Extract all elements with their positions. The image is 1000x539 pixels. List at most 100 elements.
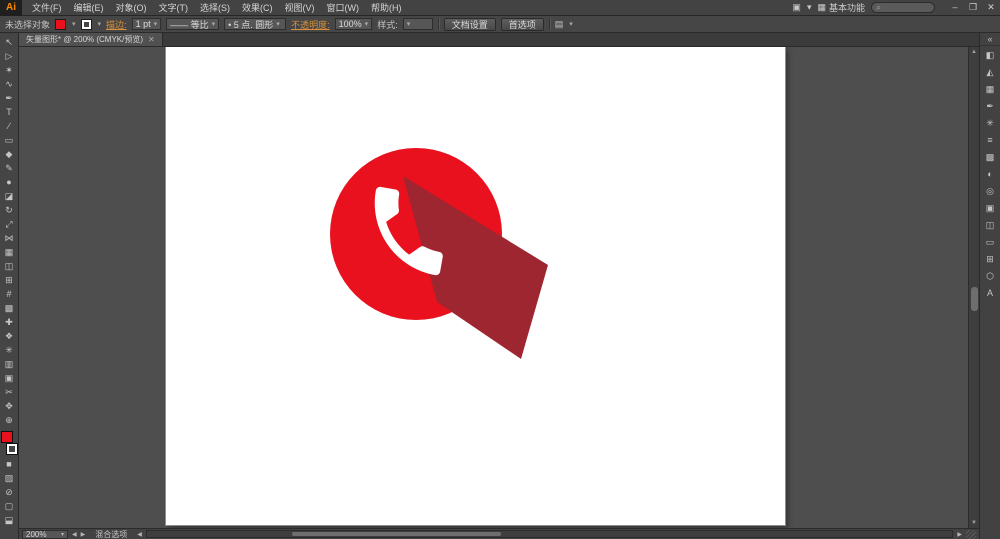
graphic-styles-panel-icon[interactable]: ▣ [982,200,999,216]
scroll-right-icon[interactable]: ▶ [957,531,962,538]
menu-type[interactable]: 文字(T) [153,0,195,15]
brushes-panel-icon[interactable]: ✒ [982,98,999,114]
document-setup-button[interactable]: 文档设置 [444,18,496,31]
transparency-panel-icon[interactable]: ◐ [982,166,999,182]
hand-tool-icon[interactable]: ✥ [1,399,18,413]
restore-button[interactable]: ❐ [967,2,979,13]
tab-close-icon[interactable]: ✕ [148,35,155,44]
scroll-down-icon[interactable]: ▼ [971,518,977,528]
menu-effect[interactable]: 效果(C) [236,0,279,15]
appearance-panel-icon[interactable]: ◎ [982,183,999,199]
arrange-documents-icon[interactable]: ▣ [792,2,801,13]
free-transform-tool-icon[interactable]: ▦ [1,245,18,259]
pen-tool-icon[interactable]: ✒ [1,91,18,105]
opacity-panel-link[interactable]: 不透明度: [291,18,330,31]
eyedropper-tool-icon[interactable]: ✚ [1,315,18,329]
horizontal-scrollbar[interactable] [146,530,954,538]
rotate-tool-icon[interactable]: ↻ [1,203,18,217]
opacity-combo[interactable]: 100% ▾ [335,18,373,30]
zoom-level-combo[interactable]: 200% ▾ [22,530,68,539]
line-segment-tool-icon[interactable]: ∕ [1,119,18,133]
mesh-tool-icon[interactable]: # [1,287,18,301]
width-profile-caret-icon: ▾ [212,20,216,28]
width-profile-combo[interactable]: —— 等比 ▾ [166,18,219,30]
toolbar-fill-swatch[interactable] [1,431,13,443]
vertical-scrollbar[interactable]: ▲ ▼ [968,47,979,528]
menu-object[interactable]: 对象(O) [110,0,153,15]
paintbrush-tool-icon[interactable]: ◆ [1,147,18,161]
fill-stroke-indicator[interactable] [1,431,18,455]
color-panel-icon[interactable]: ◧ [982,47,999,63]
menu-window[interactable]: 窗口(W) [321,0,366,15]
canvas-area: 矢量图形* @ 200% (CMYK/预览) ✕ ▲ ▼ [19,33,979,539]
menubar: 文件(F) 编辑(E) 对象(O) 文字(T) 选择(S) 效果(C) 视图(V… [26,0,408,15]
menu-select[interactable]: 选择(S) [194,0,236,15]
artboard-tool-icon[interactable]: ▣ [1,371,18,385]
stroke-color-swatch[interactable] [81,19,92,30]
horizontal-scrollbar-thumb[interactable] [292,532,501,536]
artboard-prev-icon[interactable]: ◀ [72,531,77,538]
drawing-modes-icon[interactable]: ▢ [1,499,18,513]
pathfinder-panel-icon[interactable]: ⬡ [982,268,999,284]
menu-edit[interactable]: 编辑(E) [68,0,110,15]
stroke-weight-combo[interactable]: 1 pt ▾ [132,18,162,30]
direct-selection-tool-icon[interactable]: ▷ [1,49,18,63]
toolbar-stroke-swatch[interactable] [6,443,18,455]
symbol-sprayer-tool-icon[interactable]: ✳ [1,343,18,357]
swatches-panel-icon[interactable]: ▦ [982,81,999,97]
expand-panels-button[interactable]: « [980,33,1000,46]
artboard-next-icon[interactable]: ▶ [81,531,86,538]
rectangle-tool-icon[interactable]: ▭ [1,133,18,147]
magic-wand-tool-icon[interactable]: ✶ [1,63,18,77]
minimize-button[interactable]: – [949,2,961,13]
stroke-panel-link[interactable]: 描边: [106,18,127,31]
selection-tool-icon[interactable]: ↖ [1,35,18,49]
width-tool-icon[interactable]: ⋈ [1,231,18,245]
control-panel-menu-icon[interactable]: ▤ [555,19,564,30]
fill-color-swatch[interactable] [55,19,66,30]
none-button-icon[interactable]: ⊘ [1,485,18,499]
pencil-tool-icon[interactable]: ✎ [1,161,18,175]
blend-tool-icon[interactable]: ❖ [1,329,18,343]
color-guide-panel-icon[interactable]: ◭ [982,64,999,80]
gradient-button-icon[interactable]: ▨ [1,471,18,485]
search-input[interactable]: ⌕ [871,2,935,13]
scroll-up-icon[interactable]: ▲ [971,47,977,57]
symbols-panel-icon[interactable]: ✳ [982,115,999,131]
document-tab[interactable]: 矢量图形* @ 200% (CMYK/预览) ✕ [19,33,163,46]
screen-mode-icon[interactable]: ⬓ [1,513,18,527]
brush-definition-combo[interactable]: • 5 点. 圆形 ▾ [224,18,286,30]
character-panel-icon[interactable]: A [982,285,999,301]
lasso-tool-icon[interactable]: ∿ [1,77,18,91]
column-graph-tool-icon[interactable]: ▥ [1,357,18,371]
vertical-scrollbar-thumb[interactable] [971,287,978,311]
color-button-icon[interactable]: ■ [1,457,18,471]
status-text: 混合选项 [95,529,127,539]
close-button[interactable]: ✕ [985,2,997,13]
blob-brush-tool-icon[interactable]: ● [1,175,18,189]
slice-tool-icon[interactable]: ✂ [1,385,18,399]
window-controls: – ❐ ✕ [949,2,997,13]
preferences-button[interactable]: 首选项 [501,18,544,31]
align-panel-icon[interactable]: ⊞ [982,251,999,267]
artboards-panel-icon[interactable]: ▭ [982,234,999,250]
artboard[interactable] [166,47,785,525]
shape-builder-tool-icon[interactable]: ◫ [1,259,18,273]
menu-view[interactable]: 视图(V) [279,0,321,15]
perspective-grid-tool-icon[interactable]: ⊞ [1,273,18,287]
type-tool-icon[interactable]: T [1,105,18,119]
gradient-tool-icon[interactable]: ▩ [1,301,18,315]
stroke-panel-icon[interactable]: ≡ [982,132,999,148]
scale-tool-icon[interactable]: ⤢ [1,217,18,231]
canvas-viewport[interactable]: ▲ ▼ [19,47,979,528]
menu-help[interactable]: 帮助(H) [365,0,408,15]
scroll-left-icon[interactable]: ◀ [137,531,142,538]
gradient-panel-icon[interactable]: ▩ [982,149,999,165]
style-combo[interactable]: ▾ [403,18,433,30]
layers-panel-icon[interactable]: ◫ [982,217,999,233]
resize-gripper[interactable] [966,530,976,539]
zoom-tool-icon[interactable]: ⊕ [1,413,18,427]
eraser-tool-icon[interactable]: ◪ [1,189,18,203]
workspace-switcher[interactable]: ▦ 基本功能 [817,1,865,14]
menu-file[interactable]: 文件(F) [26,0,68,15]
